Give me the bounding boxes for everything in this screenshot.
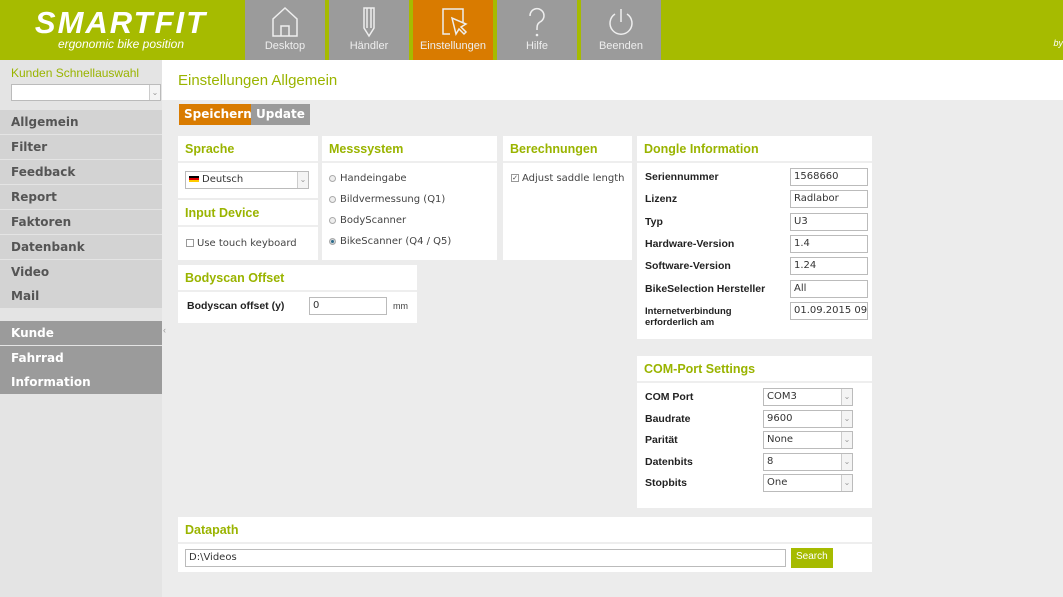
header: SMARTFIT ergonomic bike position Desktop… xyxy=(0,0,1063,60)
sidebar-item-filter[interactable]: Filter xyxy=(0,135,162,159)
measurement-system-panel: Messsystem Handeingabe Bildvermessung (Q… xyxy=(322,136,497,260)
logo: SMARTFIT ergonomic bike position xyxy=(34,5,208,51)
radio-bikescanner[interactable]: BikeScanner (Q4 / Q5) xyxy=(329,236,451,247)
datapath-panel: Datapath D:\Videos Search xyxy=(178,517,872,572)
com-label: Baudrate xyxy=(645,412,691,425)
com-select[interactable]: One ⌄ xyxy=(763,474,853,492)
com-select[interactable]: COM3 ⌄ xyxy=(763,388,853,406)
tab-desktop[interactable]: Desktop xyxy=(245,0,327,60)
save-button[interactable]: Speichern xyxy=(179,104,257,125)
sidebar-section-information[interactable]: Information xyxy=(0,370,162,394)
cursor-icon xyxy=(442,8,468,36)
adjust-saddle-checkbox[interactable]: ✓ Adjust saddle length xyxy=(511,173,624,184)
tab-haendler[interactable]: Händler xyxy=(329,0,411,60)
com-port-panel: COM-Port Settings COM Port COM3 ⌄ Baudrate… xyxy=(637,356,872,508)
com-select[interactable]: 8 ⌄ xyxy=(763,452,853,471)
dongle-info-panel: Dongle Information Seriennummer 1568660 L… xyxy=(637,136,872,339)
question-icon xyxy=(529,7,545,37)
chevron-down-icon: ⌄ xyxy=(841,389,852,405)
update-button[interactable]: Update xyxy=(251,104,310,125)
com-select[interactable]: None ⌄ xyxy=(763,431,853,449)
com-select[interactable]: 9600 ⌄ xyxy=(763,409,853,428)
calculations-panel: Berechnungen ✓ Adjust saddle length xyxy=(503,136,632,260)
search-button[interactable]: Search xyxy=(791,548,833,568)
com-label: COM Port xyxy=(645,391,694,403)
dongle-value: 01.09.2015 09:3 xyxy=(790,302,868,320)
radio-bildvermessung[interactable]: Bildvermessung (Q1) xyxy=(329,194,445,205)
dongle-value: 1.4 xyxy=(790,235,868,253)
bodyscan-offset-panel: Bodyscan Offset Bodyscan offset (y) 0 mm xyxy=(178,265,417,323)
chevron-down-icon: ⌄ xyxy=(841,475,852,491)
customer-quickselect[interactable]: ⌄ xyxy=(11,84,161,101)
com-label: Datenbits xyxy=(645,455,693,468)
dongle-label: Hardware-Version xyxy=(645,238,735,250)
page-title: Einstellungen Allgemein xyxy=(178,72,338,89)
dongle-label: BikeSelection Hersteller xyxy=(645,283,766,295)
sidebar-section-kunde[interactable]: Kunde xyxy=(0,321,162,345)
dongle-value: Radlabor xyxy=(790,190,868,208)
language-select[interactable]: Deutsch ⌄ xyxy=(185,171,309,189)
dongle-value: 1.24 xyxy=(790,257,868,275)
sidebar-item-datenbank[interactable]: Datenbank xyxy=(0,235,162,259)
sidebar-item-mail[interactable]: Mail xyxy=(0,284,162,308)
language-panel: Sprache Deutsch ⌄ xyxy=(178,136,318,198)
sidebar-item-report[interactable]: Report xyxy=(0,185,162,209)
input-device-panel: Input Device Use touch keyboard xyxy=(178,200,318,260)
customer-quickselect-label: Kunden Schnellauswahl xyxy=(11,66,140,80)
sidebar-item-allgemein[interactable]: Allgemein xyxy=(0,110,162,134)
dongle-value: All xyxy=(790,280,868,298)
sidebar-item-faktoren[interactable]: Faktoren xyxy=(0,210,162,234)
chevron-down-icon: ⌄ xyxy=(841,410,852,427)
tab-einstellungen[interactable]: Einstellungen xyxy=(413,0,495,60)
home-icon xyxy=(272,6,298,37)
dongle-value: 1568660 xyxy=(790,168,868,186)
chevron-down-icon: ⌄ xyxy=(149,85,160,100)
dongle-label: Lizenz xyxy=(645,193,678,205)
com-label: Stopbits xyxy=(645,477,687,489)
chevron-down-icon: ⌄ xyxy=(841,432,852,448)
com-label: Parität xyxy=(645,434,678,446)
datapath-input[interactable]: D:\Videos xyxy=(185,549,786,567)
sidebar-section-fahrrad[interactable]: Fahrrad xyxy=(0,346,162,370)
power-icon xyxy=(609,9,633,35)
sidebar-item-video[interactable]: Video xyxy=(0,260,162,284)
touch-keyboard-checkbox[interactable]: Use touch keyboard xyxy=(186,238,297,249)
radio-handeingabe[interactable]: Handeingabe xyxy=(329,173,407,184)
chevron-down-icon: ⌄ xyxy=(297,172,308,188)
collapse-sidebar-icon[interactable]: ‹ xyxy=(163,325,166,335)
tab-beenden[interactable]: Beenden xyxy=(581,0,663,60)
sidebar-item-feedback[interactable]: Feedback xyxy=(0,160,162,184)
dongle-label: Internetverbindung erforderlich am xyxy=(645,306,732,328)
dongle-value: U3 xyxy=(790,213,868,231)
dongle-label: Seriennummer xyxy=(645,171,719,183)
bodyscan-offset-input[interactable]: 0 xyxy=(309,297,387,315)
pencil-icon xyxy=(363,7,375,38)
radio-bodyscanner[interactable]: BodyScanner xyxy=(329,215,406,226)
dongle-label: Typ xyxy=(645,216,663,228)
dongle-label: Software-Version xyxy=(645,260,731,272)
tab-hilfe[interactable]: Hilfe xyxy=(497,0,579,60)
chevron-down-icon: ⌄ xyxy=(841,453,852,470)
german-flag-icon xyxy=(189,176,199,182)
